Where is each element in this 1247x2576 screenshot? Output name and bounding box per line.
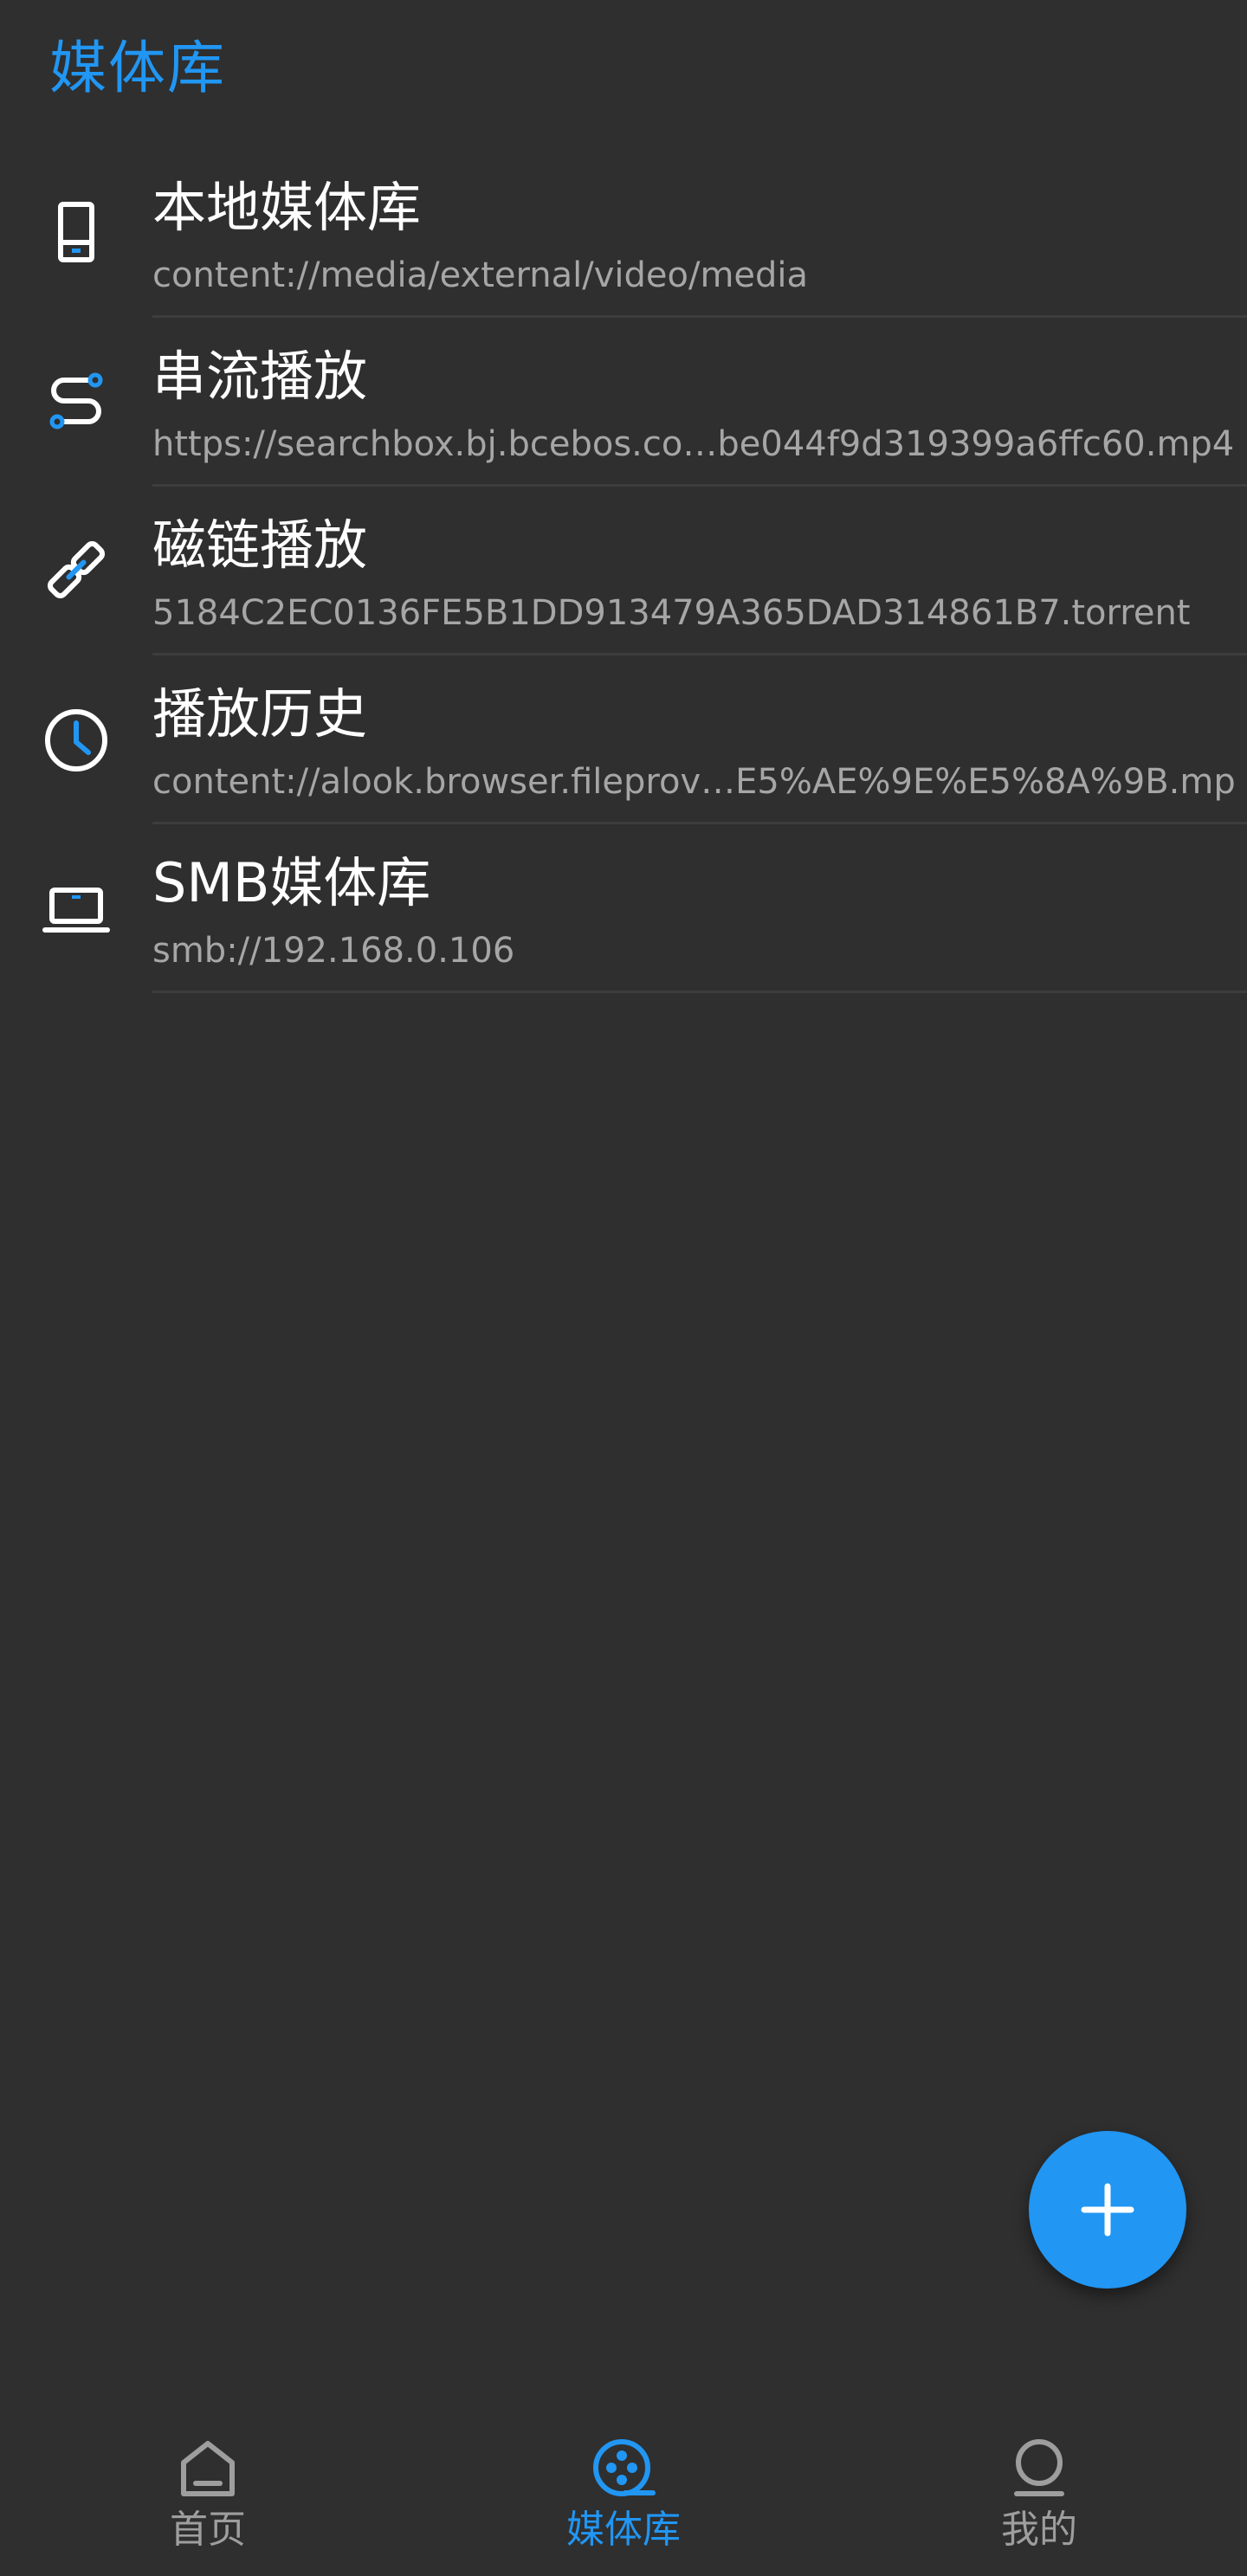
plus-icon [1081, 2183, 1134, 2237]
list-item-title: SMB媒体库 [152, 851, 431, 914]
media-source-list: 本地媒体库 content://media/external/video/med… [0, 149, 1247, 993]
list-item-play-history[interactable]: 播放历史 content://alook.browser.fileprov…E5… [0, 655, 1247, 824]
nav-tab-media-library[interactable]: 媒体库 [416, 2416, 831, 2576]
nav-tab-label: 媒体库 [566, 2508, 681, 2552]
list-item-subtitle: 5184C2EC0136FE5B1DD913479A365DAD314861B7… [152, 593, 1191, 633]
list-item-title: 播放历史 [152, 682, 368, 746]
list-item-subtitle: content://media/external/video/media [152, 255, 809, 295]
list-item-magnet-play[interactable]: 磁链播放 5184C2EC0136FE5B1DD913479A365DAD314… [0, 487, 1247, 655]
divider [152, 991, 1247, 993]
add-source-button[interactable] [1029, 2131, 1186, 2289]
list-item-smb-library[interactable]: SMB媒体库 smb://192.168.0.106 [0, 824, 1247, 993]
list-item-subtitle: smb://192.168.0.106 [152, 931, 515, 971]
nav-tab-home[interactable]: 首页 [0, 2416, 416, 2576]
list-item-title: 本地媒体库 [152, 176, 422, 239]
nav-tab-label: 首页 [170, 2508, 246, 2552]
list-item-title: 串流播放 [152, 345, 368, 408]
tablet-icon [38, 194, 114, 270]
stream-route-icon [38, 363, 114, 439]
laptop-icon [38, 869, 114, 946]
bottom-navigation: 首页 媒体库 我的 [0, 2416, 1247, 2576]
page-title: 媒体库 [49, 35, 226, 101]
clock-icon [38, 700, 114, 777]
list-item-stream-play[interactable]: 串流播放 https://searchbox.bj.bcebos.co…be04… [0, 318, 1247, 487]
list-item-local-library[interactable]: 本地媒体库 content://media/external/video/med… [0, 149, 1247, 318]
nav-tab-mine[interactable]: 我的 [831, 2416, 1247, 2576]
profile-icon [1006, 2435, 1072, 2501]
list-item-subtitle: https://searchbox.bj.bcebos.co…be044f9d3… [152, 424, 1235, 464]
list-item-subtitle: content://alook.browser.fileprov…E5%AE%9… [152, 762, 1235, 802]
home-icon [175, 2435, 241, 2501]
magnet-link-icon [38, 532, 114, 608]
nav-tab-label: 我的 [1001, 2508, 1077, 2552]
film-reel-icon [591, 2435, 656, 2501]
list-item-title: 磁链播放 [152, 513, 368, 577]
